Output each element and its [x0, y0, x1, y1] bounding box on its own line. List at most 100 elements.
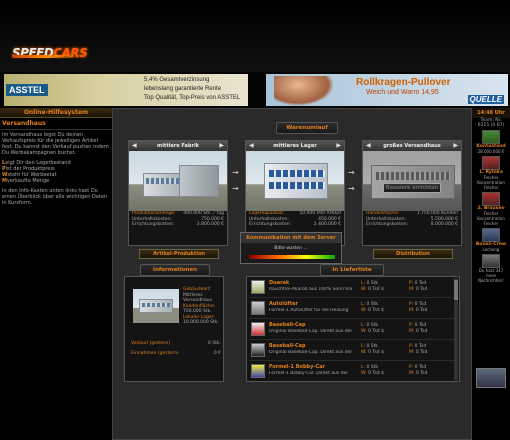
price-value: 0 Tsd: [414, 281, 427, 286]
product-desc: Original Baseball-Cap. Direkt aus der: [269, 329, 353, 334]
shop-windows: [376, 172, 450, 180]
article-production-button[interactable]: Artikel-Produktion: [139, 249, 219, 259]
ad-banner-bank[interactable]: ASSTEL 5,4% Gesamtverzinsung lebenslang …: [4, 74, 248, 106]
product-list-scrollbar[interactable]: [454, 278, 458, 380]
info-details: Gebäudeart: Mittleres Versandhaus Kunden…: [183, 287, 223, 326]
row-value: 8.000.000 €: [430, 222, 458, 227]
prev-arrow-icon[interactable]: ◀: [366, 141, 371, 151]
info-line-label: Verkauf (gestern): [131, 341, 171, 346]
info-sales-line: Verkauf (gestern) 0 Stk.: [131, 341, 221, 346]
crew-item[interactable]: Boxen-Crew Lecheng: [475, 228, 507, 252]
messages-item[interactable]: Du hast 347 neue Nachrichten!: [475, 254, 507, 283]
product-name: Autolüfter: [269, 301, 298, 307]
next-arrow-icon[interactable]: ▶: [219, 141, 224, 151]
product-stock-col: L: 0 Stk W: 0 Tsd $: [361, 365, 384, 376]
server-dialog: Kommunikation mit dem Server Bitte warte…: [240, 232, 342, 264]
dialog-title: Kommunikation mit dem Server: [241, 233, 341, 243]
qty-value: 0 Tsd: [415, 308, 428, 313]
product-row[interactable]: Baseball-Cap Original Baseball-Cap. Dire…: [249, 340, 457, 361]
product-name: Formel-1 Bobby-Car: [269, 364, 325, 370]
qty-value: 0 Tsd: [415, 350, 428, 355]
info-income-line: Einnahmen (gestern) 0 €: [131, 351, 221, 356]
product-desc: Formel-1 Bobby-Car. Direkt aus der: [269, 371, 349, 376]
crew-icon: [482, 228, 500, 242]
shop-building: [371, 165, 455, 199]
money-icon: [482, 130, 500, 144]
product-row[interactable]: Autolüfter Formel-1 Autolüfter für die H…: [249, 298, 457, 319]
info-box: Gebäudeart: Mittleres Versandhaus Kunden…: [124, 276, 224, 382]
next-arrow-icon[interactable]: ▶: [336, 141, 341, 151]
product-stock-col: L: 0 Stk W: 0 Tsd $: [361, 302, 384, 313]
legend-text: verkaufte Menge: [6, 178, 50, 184]
product-row[interactable]: Baseball-Cap Original Baseball-Cap. Dire…: [249, 319, 457, 340]
car-icon: [482, 156, 500, 170]
shop-ad-subtitle: Weich und Warm 14,95: [366, 89, 439, 96]
warehouse-card[interactable]: ◀ mittleres Lager ▶ Lagerkapazität: 50.000.…: [245, 140, 345, 246]
factory-card[interactable]: ◀ mittlere Fabrik ▶ Produktionsmenge: 400.0…: [128, 140, 228, 259]
scrollbar-thumb[interactable]: [454, 280, 458, 300]
speedcars-logo[interactable]: SPEEDCARS: [12, 46, 88, 60]
warehouse-building: [264, 163, 328, 199]
product-icon: [251, 364, 265, 378]
factory-title-text: mittlere Fabrik: [157, 143, 199, 149]
product-desc: Rauchfrei-Akarob aus 100% Sonn'Ina: [269, 287, 353, 292]
player-item[interactable]: 1. Rytoka Frecher Konzentration Frecher: [475, 156, 507, 190]
product-name: Duarak: [269, 280, 290, 286]
shop-title: ◀ großes Versandhaus ▶: [363, 141, 461, 151]
shop-card[interactable]: ◀ großes Versandhaus ▶ Bauwerk errichten H…: [362, 140, 462, 259]
logo-swoosh: [12, 55, 82, 58]
row-key: Errichtungskosten:: [132, 222, 175, 227]
stock-value: 0 Stk: [366, 302, 378, 307]
product-price-col: P: 0 Tsd M: 0 Tsd: [409, 365, 428, 376]
player-detail: Frecher: [483, 185, 499, 190]
flow-arrow-icon: →: [348, 168, 355, 177]
progress-bar: [249, 255, 335, 259]
row-value: 3.800.000 €: [196, 222, 224, 227]
product-icon: [251, 322, 265, 336]
product-stock-col: L: 0 Stk W: 0 Tsd $: [361, 344, 384, 355]
factory-windows: [146, 178, 180, 184]
legend-item: Mverkaufte Menge: [2, 178, 110, 184]
player-detail: Frecher: [483, 221, 499, 226]
flow-section-title: Warenumlauf: [276, 122, 338, 134]
warehouse-title: ◀ mittleres Lager ▶: [246, 141, 344, 151]
product-price-col: P: 0 Tsd M: 0 Tsd: [409, 323, 428, 334]
minimap[interactable]: [476, 368, 506, 388]
factory-title: ◀ mittlere Fabrik ▶: [129, 141, 227, 151]
bank-line: Top Qualität, Top-Preis von ASSTEL: [144, 95, 241, 101]
info-building: [139, 299, 173, 313]
ad-banner-shop[interactable]: Rollkragen-Pullover Weich und Warm 14,95…: [266, 74, 508, 106]
next-arrow-icon[interactable]: ▶: [453, 141, 458, 151]
row-key: Errichtungskosten:: [366, 222, 409, 227]
warehouse-windows: [269, 182, 325, 189]
player-item[interactable]: 2. Brauseo Frecher Konzentration Frecher: [475, 192, 507, 226]
stock-value: 0 Stk: [366, 281, 378, 286]
product-desc: Original Baseball-Cap. Direkt aus der: [269, 350, 353, 355]
shop-brand-logo: QUELLE: [467, 95, 504, 104]
prev-arrow-icon[interactable]: ◀: [132, 141, 137, 151]
info-value: 10.000.000 Stk.: [183, 320, 219, 325]
stock-value: 0 Stk: [366, 323, 378, 328]
warehouse-windows: [269, 170, 325, 177]
ad-value: 0 Tsd $: [368, 308, 384, 313]
prev-arrow-icon[interactable]: ◀: [249, 141, 254, 151]
product-price-col: P: 0 Tsd M: 0 Tsd: [409, 344, 428, 355]
cash-value: 28.000.000 €: [477, 149, 505, 154]
cash-item[interactable]: Kontostand 28.000.000 €: [475, 130, 507, 154]
shop-price: 14,95: [421, 89, 439, 96]
product-list: Duarak Rauchfrei-Akarob aus 100% Sonn'In…: [246, 276, 460, 382]
ad-value: 0 Tsd $: [368, 350, 384, 355]
warehouse-row: Errichtungskosten: 2.400.000 €: [246, 222, 344, 228]
product-row[interactable]: Duarak Rauchfrei-Akarob aus 100% Sonn'In…: [249, 277, 457, 298]
distribution-button[interactable]: Distribution: [373, 249, 453, 259]
product-row[interactable]: Formel-1 Bobby-Car Formel-1 Bobby-Car. D…: [249, 361, 457, 381]
build-building-button[interactable]: Bauwerk errichten: [383, 183, 441, 193]
shop-subtitle-text: Weich und Warm: [366, 89, 420, 96]
ad-value: 0 Tsd $: [368, 329, 384, 334]
product-name: Baseball-Cap: [269, 322, 306, 328]
qty-value: 0 Tsd: [415, 371, 428, 376]
car-icon: [482, 192, 500, 206]
mail-icon: [482, 254, 500, 268]
product-icon: [251, 343, 265, 357]
product-icon: [251, 301, 265, 315]
